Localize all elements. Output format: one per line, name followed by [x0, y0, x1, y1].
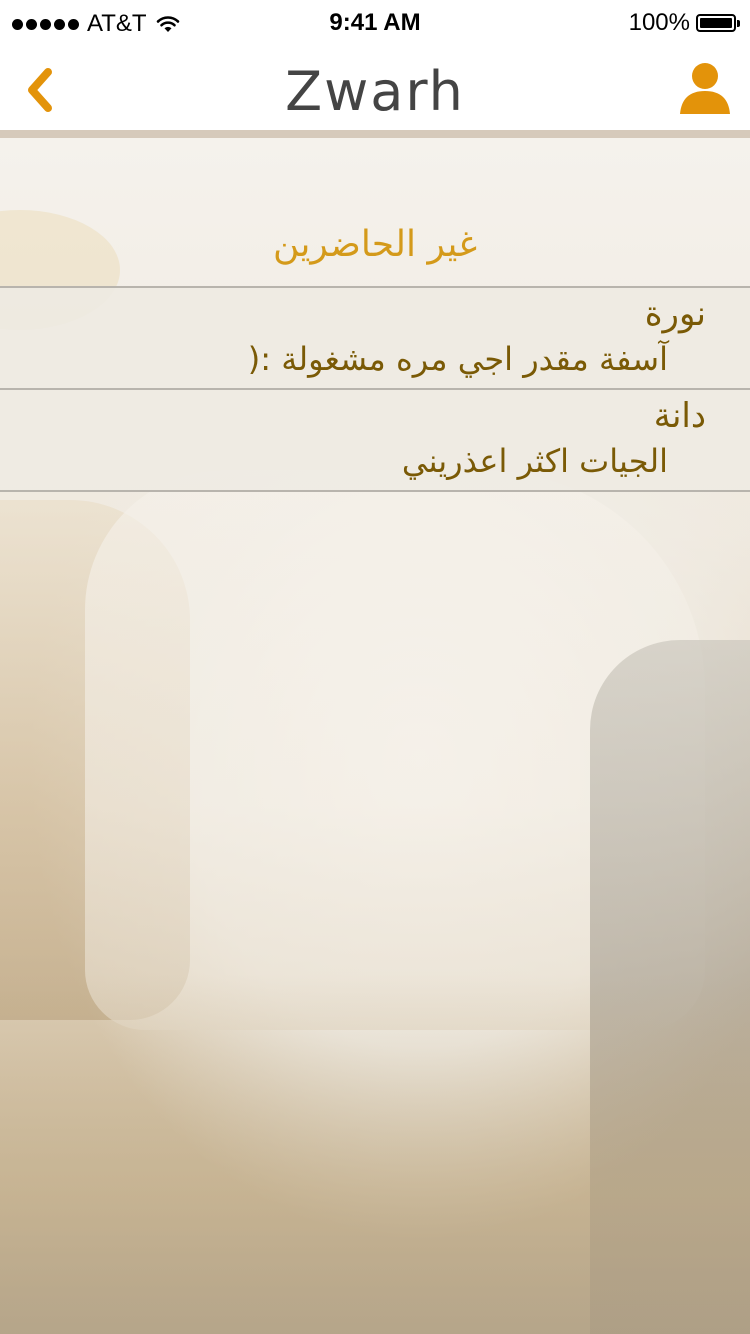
absentees-list: نورة آسفة مقدر اجي مره مشغولة :( دانة ال… [0, 286, 750, 492]
navigation-bar: Zwarh [0, 48, 750, 138]
battery-icon [696, 14, 740, 32]
app-logo: Zwarh [285, 60, 465, 123]
main-content: غير الحاضرين نورة آسفة مقدر اجي مره مشغو… [0, 138, 750, 492]
navbar-divider [0, 130, 750, 138]
list-item[interactable]: نورة آسفة مقدر اجي مره مشغولة :( [0, 286, 750, 390]
section-title: غير الحاضرين [272, 224, 478, 265]
battery-percent: 100% [628, 9, 690, 36]
absentee-message: الجيات اكثر اعذريني [401, 442, 668, 480]
list-item[interactable]: دانة الجيات اكثر اعذريني [0, 388, 750, 492]
absentee-name: دانة [653, 396, 706, 436]
absentee-name: نورة [644, 294, 706, 334]
absentee-message: آسفة مقدر اجي مره مشغولة :( [247, 340, 668, 378]
status-bar: AT&T 9:41 AM 100% [0, 0, 750, 48]
user-icon[interactable] [678, 60, 732, 116]
